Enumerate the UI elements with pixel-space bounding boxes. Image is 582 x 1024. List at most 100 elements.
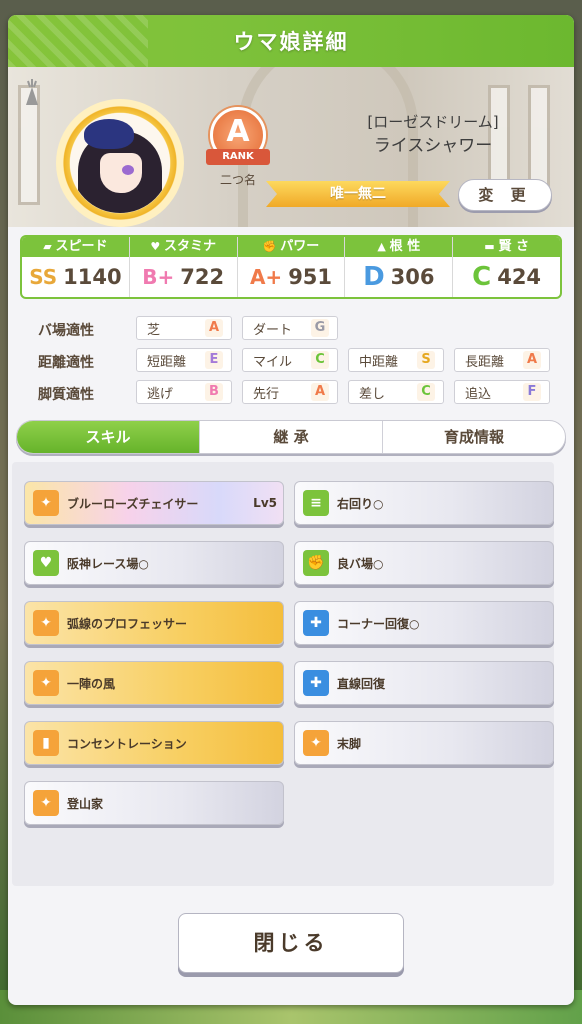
stat-grade: B+ bbox=[142, 265, 175, 289]
skill-item[interactable]: ✚ 直線回復 bbox=[294, 661, 554, 705]
stat-1: ♥ スタミナ B+ 722 bbox=[129, 237, 238, 297]
character-avatar bbox=[70, 113, 170, 213]
arm-icon: ✊ bbox=[262, 240, 281, 253]
aptitude-name: ダート bbox=[253, 322, 293, 338]
stat-value: 1140 bbox=[63, 265, 122, 289]
arm-icon: ✊ bbox=[303, 550, 329, 576]
skill-item[interactable]: ✦ 弧線のプロフェッサー bbox=[24, 601, 284, 645]
cap-icon: ▬ bbox=[484, 240, 499, 253]
aptitude-2-3: 追込 F bbox=[454, 380, 550, 404]
skill-item[interactable]: ✊ 良バ場○ bbox=[294, 541, 554, 585]
skill-item[interactable]: ✦ 登山家 bbox=[24, 781, 284, 825]
stat-label-text: スピード bbox=[55, 239, 108, 254]
recover-icon: ✚ bbox=[303, 610, 329, 636]
aptitude-1-3: 長距離 A bbox=[454, 348, 550, 372]
skill-name: 右回り○ bbox=[337, 496, 384, 511]
skill-item[interactable]: ≡ 右回り○ bbox=[294, 481, 554, 525]
stat-value-row: SS 1140 bbox=[22, 257, 129, 297]
skill-name: 直線回復 bbox=[337, 676, 386, 691]
stats-panel: ▰ スピード SS 1140 ♥ スタミナ B+ 722 ✊ パワー A+ 951 ▲ 根 性D3… bbox=[20, 235, 562, 299]
carrot-icon[interactable] bbox=[22, 79, 42, 107]
skill-item[interactable]: ♥ 阪神レース場○ bbox=[24, 541, 284, 585]
aptitude-grade: A bbox=[523, 351, 541, 369]
stat-grade: A+ bbox=[249, 265, 283, 289]
aptitude-0-1: ダート G bbox=[242, 316, 338, 340]
skill-item[interactable]: ✦ 末脚 bbox=[294, 721, 554, 765]
stat-label: ✊ パワー bbox=[237, 237, 345, 257]
aptitude-2-2: 差し C bbox=[348, 380, 444, 404]
tab-2[interactable]: 育成情報 bbox=[383, 421, 565, 453]
close-button[interactable]: 閉じる bbox=[178, 913, 404, 973]
rank-ribbon: RANK bbox=[206, 149, 270, 165]
stat-value: 722 bbox=[180, 265, 225, 289]
skill-name: 末脚 bbox=[337, 736, 362, 751]
speed-icon: ✦ bbox=[33, 790, 59, 816]
aptitude-row-label: 距離適性 bbox=[38, 355, 94, 371]
stat-0: ▰ スピード SS 1140 bbox=[22, 237, 130, 297]
aptitude-name: 中距離 bbox=[359, 354, 399, 370]
speed-icon: ✦ bbox=[33, 670, 59, 696]
dialog-header: ウマ娘詳細 bbox=[8, 15, 574, 67]
heart-icon: ♥ bbox=[150, 240, 165, 253]
character-portrait[interactable] bbox=[56, 99, 184, 227]
character-name: ライスシャワー bbox=[373, 136, 493, 156]
skill-name: 弧線のプロフェッサー bbox=[67, 616, 188, 631]
tab-0[interactable]: スキル bbox=[17, 421, 200, 453]
stat-label: ▬ 賢 さ bbox=[453, 237, 560, 257]
stat-value-row: A+ 951 bbox=[238, 257, 345, 297]
character-epithet: [ローゼスドリーム] bbox=[367, 113, 499, 131]
rank-name: 二つ名 bbox=[219, 173, 256, 187]
skill-name: コンセントレーション bbox=[67, 736, 187, 751]
aptitude-grade: C bbox=[417, 383, 435, 401]
aptitude-1-1: マイル C bbox=[242, 348, 338, 372]
aptitude-name: 逃げ bbox=[147, 386, 174, 402]
stat-grade: SS bbox=[29, 265, 58, 289]
skill-item[interactable]: ▮ コンセントレーション bbox=[24, 721, 284, 765]
speed-icon: ✦ bbox=[33, 610, 59, 636]
skill-name: 一陣の風 bbox=[67, 676, 116, 691]
aptitude-name: 短距離 bbox=[147, 354, 187, 370]
aptitude-row-label: 脚質適性 bbox=[38, 387, 94, 403]
aptitude-name: マイル bbox=[253, 354, 293, 370]
aptitude-name: 追込 bbox=[465, 386, 492, 402]
aptitude-name: 長距離 bbox=[465, 354, 505, 370]
skill-name: コーナー回復○ bbox=[337, 616, 420, 631]
aptitude-row-label: バ場適性 bbox=[38, 323, 94, 339]
skill-name: 登山家 bbox=[67, 796, 104, 811]
skill-name: 良バ場○ bbox=[337, 556, 384, 571]
skill-panel: ✦ ブルーローズチェイサー Lv5 ≡ 右回り○ ♥ 阪神レース場○ ✊ 良バ場○ ✦ 弧線のプロフ… bbox=[12, 462, 554, 886]
aptitude-2-0: 逃げ B bbox=[136, 380, 232, 404]
stat-label-text: 根 性 bbox=[389, 239, 421, 254]
skill-name: 阪神レース場○ bbox=[67, 556, 149, 571]
flame-icon: ▲ bbox=[377, 240, 390, 253]
speed-icon: ✦ bbox=[303, 730, 329, 756]
stat-label-text: パワー bbox=[280, 239, 320, 254]
aptitude-2-1: 先行 A bbox=[242, 380, 338, 404]
stat-value-row: D 306 bbox=[345, 257, 452, 297]
shoe-icon: ▰ bbox=[43, 240, 56, 253]
title-band: 唯一無二 bbox=[266, 181, 450, 207]
aptitude-grade: E bbox=[205, 351, 223, 369]
skill-item[interactable]: ✚ コーナー回復○ bbox=[294, 601, 554, 645]
skill-item[interactable]: ✦ ブルーローズチェイサー Lv5 bbox=[24, 481, 284, 525]
profile-hero: A RANK 二つ名 [ローゼスドリーム] ライスシャワー 唯一無二 変 更 bbox=[8, 67, 574, 227]
stat-value: 306 bbox=[390, 265, 435, 289]
change-title-button[interactable]: 変 更 bbox=[458, 179, 552, 211]
skill-item[interactable]: ✦ 一陣の風 bbox=[24, 661, 284, 705]
stat-3: ▲ 根 性 D 306 bbox=[345, 237, 454, 297]
stat-value: 424 bbox=[497, 265, 542, 289]
skill-name: ブルーローズチェイサー bbox=[67, 496, 199, 511]
skill-level: Lv5 bbox=[253, 496, 277, 510]
stat-label: ▲ 根 性 bbox=[345, 237, 453, 257]
stat-value-row: B+ 722 bbox=[130, 257, 237, 297]
gate-icon: ▮ bbox=[33, 730, 59, 756]
stat-grade: C bbox=[472, 262, 492, 292]
stat-4: ▬ 賢 さ C 424 bbox=[453, 237, 560, 297]
aptitude-0-0: 芝A bbox=[136, 316, 232, 340]
aptitude-grade: C bbox=[311, 351, 329, 369]
stat-label: ♥ スタミナ bbox=[129, 237, 237, 257]
tab-1[interactable]: 継 承 bbox=[200, 421, 383, 453]
recover-icon: ✚ bbox=[303, 670, 329, 696]
aptitude-name: 差し bbox=[359, 386, 386, 402]
aptitude-1-0: 短距離 E bbox=[136, 348, 232, 372]
